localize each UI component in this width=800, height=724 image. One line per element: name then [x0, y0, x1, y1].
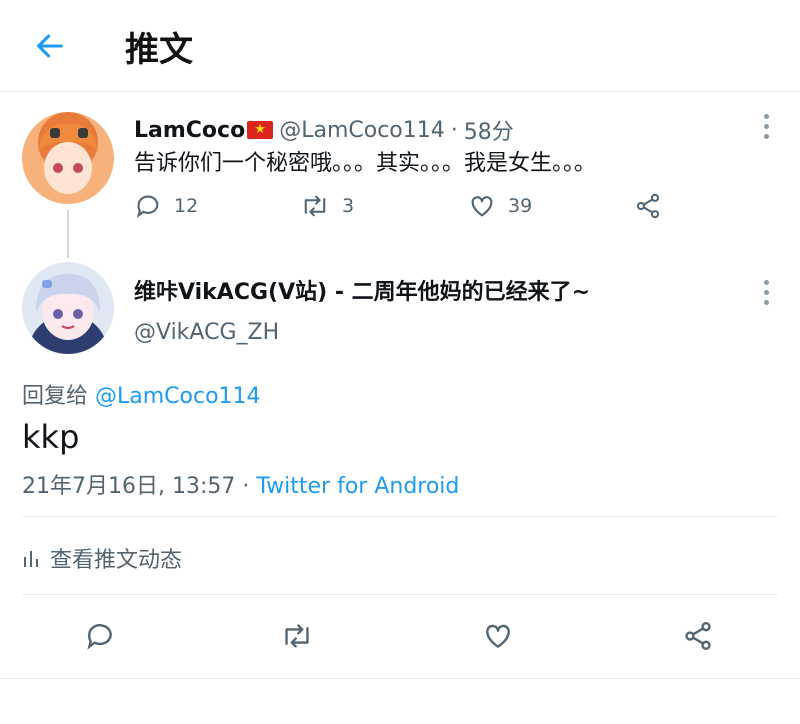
heart-icon [486, 624, 510, 648]
tweet-timestamp[interactable]: 21年7月16日, 13:57 [22, 474, 235, 499]
retweet-button[interactable] [280, 620, 314, 652]
parent-more-button[interactable] [760, 114, 772, 139]
divider [0, 678, 800, 679]
parent-time: 58分 [463, 120, 514, 145]
share-button[interactable] [682, 620, 714, 652]
reply-prefix: 回复给 [22, 384, 95, 409]
like-count: 39 [508, 195, 533, 217]
header-divider [0, 91, 800, 92]
view-activity-button[interactable]: 查看推文动态 [22, 542, 182, 574]
avatar-vikacg[interactable] [22, 262, 114, 354]
thread-connector [67, 210, 69, 258]
like-button[interactable]: 39 [468, 192, 532, 220]
arrow-left-icon [37, 34, 63, 58]
main-more-button[interactable] [760, 280, 772, 305]
retweet-icon [304, 195, 326, 217]
parent-tweet-text: 告诉你们一个秘密哦。。。其实。。。我是女生。。。 [134, 151, 597, 176]
parent-tweet-header: LamCoco ★ @LamCoco114 · 58分 [134, 114, 514, 146]
parent-action-bar: 12 3 39 [134, 192, 674, 222]
retweet-button[interactable]: 3 [300, 192, 354, 220]
retweet-icon [285, 624, 309, 648]
like-button[interactable] [482, 620, 514, 652]
meta-separator: · [235, 474, 257, 499]
avatar-lamcoco[interactable] [22, 112, 114, 204]
tweet-source[interactable]: Twitter for Android [256, 474, 459, 499]
activity-label: 查看推文动态 [50, 548, 183, 573]
replying-to: 回复给 @LamCoco114 [22, 378, 261, 410]
heart-icon [471, 196, 493, 217]
divider [22, 516, 778, 517]
more-dots-icon [763, 280, 769, 285]
bar-chart-icon [24, 551, 38, 567]
parent-display-name[interactable]: LamCoco [134, 118, 245, 143]
more-dots-icon [763, 114, 769, 119]
reply-button[interactable] [84, 620, 116, 652]
page-title: 推文 [125, 30, 193, 70]
divider [22, 594, 778, 595]
reply-icon [87, 624, 112, 650]
share-icon [685, 622, 711, 650]
reply-button[interactable]: 12 [134, 192, 198, 220]
reply-icon [136, 195, 159, 218]
retweet-count: 3 [342, 195, 355, 217]
top-bar: 推文 [0, 0, 800, 92]
separator-dot: · [450, 117, 458, 143]
main-tweet-text: kkp [22, 418, 80, 456]
vietnam-flag-icon: ★ [247, 121, 274, 139]
main-handle[interactable]: @VikACG_ZH [134, 320, 279, 345]
main-display-name[interactable]: 维咔VikACG(V站) - 二周年他妈的已经来了~ [134, 274, 590, 306]
tweet-meta: 21年7月16日, 13:57 · Twitter for Android [22, 468, 459, 500]
share-icon [636, 193, 660, 219]
share-button[interactable] [634, 192, 662, 220]
parent-handle[interactable]: @LamCoco114 [279, 118, 445, 143]
reply-count: 12 [174, 195, 199, 217]
back-button[interactable] [30, 26, 70, 66]
reply-to-link[interactable]: @LamCoco114 [95, 384, 261, 409]
